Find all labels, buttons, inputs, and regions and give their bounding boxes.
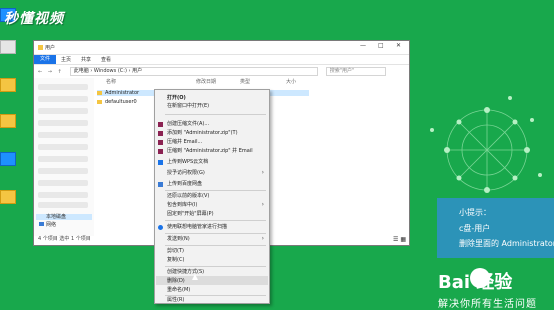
mouse-cursor bbox=[192, 274, 198, 280]
address-row: ← → ↑ 此电脑 › Windows (C:) › 用户 搜索"用户" bbox=[34, 65, 409, 78]
desktop-icon-2[interactable] bbox=[0, 40, 16, 54]
nav-item-network[interactable]: 网络 bbox=[39, 221, 56, 228]
tab-share[interactable]: 共享 bbox=[76, 56, 96, 63]
desktop-icon-4[interactable] bbox=[0, 114, 16, 128]
column-modified[interactable]: 修改日期 bbox=[196, 78, 216, 85]
winrar-icon bbox=[158, 131, 163, 136]
chevron-right-icon: › bbox=[261, 235, 264, 242]
file-name: Administrator bbox=[105, 90, 140, 96]
video-watermark: 秒懂视频 bbox=[4, 11, 64, 27]
menu-include-library[interactable]: 包含到库中(I) bbox=[167, 202, 197, 208]
menu-send-to[interactable]: 发送到(N) bbox=[167, 236, 190, 242]
nav-network-label: 网络 bbox=[46, 222, 57, 228]
menu-upload-baidu[interactable]: 上传到百度网盘 bbox=[167, 181, 202, 187]
column-type[interactable]: 类型 bbox=[240, 78, 250, 85]
ribbon: 文件 主页 共享 查看 bbox=[34, 54, 409, 65]
tip-line2: 删除里面的 Administrator bbox=[459, 239, 554, 248]
address-bar[interactable]: 此电脑 › Windows (C:) › 用户 bbox=[69, 67, 318, 76]
title-bar: 用户 bbox=[34, 41, 409, 54]
menu-compress-zip-email[interactable]: 压缩到 "Administrator.zip" 并 Email bbox=[167, 148, 253, 154]
menu-rename[interactable]: 重命名(M) bbox=[167, 287, 190, 293]
menu-copy[interactable]: 复制(C) bbox=[167, 257, 184, 263]
menu-separator bbox=[165, 220, 266, 221]
brand-slogan: 解决你所有生活问题 bbox=[438, 299, 537, 310]
column-name[interactable]: 名称 bbox=[106, 78, 116, 85]
nav-item-local-disk[interactable]: 本地磁盘 bbox=[36, 214, 92, 220]
folder-icon bbox=[97, 90, 102, 95]
maximize-button[interactable]: □ bbox=[378, 42, 384, 49]
minimize-button[interactable]: — bbox=[360, 42, 366, 49]
tip-title: 小提示： bbox=[459, 208, 491, 217]
menu-compress-email[interactable]: 压缩并 Email... bbox=[167, 139, 202, 145]
menu-restore-versions[interactable]: 还原以前的版本(V) bbox=[167, 193, 209, 199]
menu-separator bbox=[165, 295, 266, 296]
desktop-icon-3[interactable] bbox=[0, 78, 16, 92]
nav-item[interactable] bbox=[38, 132, 88, 138]
menu-open-new-window[interactable]: 在新窗口中打开(E) bbox=[167, 103, 209, 109]
tab-file[interactable]: 文件 bbox=[34, 55, 57, 64]
nav-item[interactable] bbox=[38, 156, 88, 162]
menu-open[interactable]: 打开(O) bbox=[167, 95, 186, 101]
view-buttons[interactable]: ☰ ▦ bbox=[393, 236, 406, 243]
close-button[interactable]: ✕ bbox=[396, 42, 401, 49]
menu-grant-access[interactable]: 授予访问权限(G) bbox=[167, 170, 205, 176]
menu-separator bbox=[165, 190, 266, 191]
wps-cloud-icon bbox=[158, 160, 163, 165]
menu-create-archive[interactable]: 创建压缩文件(A)... bbox=[167, 121, 209, 127]
menu-upload-wps[interactable]: 上传到WPS云文档 bbox=[167, 159, 208, 165]
nav-item[interactable] bbox=[38, 108, 88, 114]
nav-item[interactable] bbox=[38, 192, 88, 198]
chevron-right-icon: › bbox=[261, 201, 264, 208]
menu-separator bbox=[165, 114, 266, 115]
menu-separator bbox=[165, 266, 266, 267]
file-name: defaultuser0 bbox=[105, 99, 137, 105]
tip-line1: c盘-用户 bbox=[459, 224, 491, 233]
chevron-right-icon: › bbox=[261, 169, 264, 176]
folder-icon bbox=[97, 99, 102, 104]
menu-properties[interactable]: 属性(R) bbox=[167, 297, 184, 303]
folder-icon bbox=[38, 45, 43, 50]
menu-separator bbox=[165, 233, 266, 234]
desktop-icon-5[interactable] bbox=[0, 152, 16, 166]
network-graphic bbox=[430, 96, 542, 193]
nav-arrows[interactable]: ← → ↑ bbox=[38, 69, 64, 75]
nav-item[interactable] bbox=[38, 120, 88, 126]
desktop-icon-6[interactable] bbox=[0, 190, 16, 204]
winrar-icon bbox=[158, 140, 163, 145]
menu-separator bbox=[165, 245, 266, 246]
winrar-icon bbox=[158, 149, 163, 154]
menu-delete[interactable]: 删除(D) bbox=[167, 278, 185, 284]
file-row-defaultuser0[interactable]: defaultuser0 bbox=[97, 99, 137, 105]
nav-item[interactable] bbox=[38, 168, 88, 174]
menu-pin-start[interactable]: 固定到"开始"屏幕(P) bbox=[167, 211, 214, 217]
column-size[interactable]: 大小 bbox=[286, 78, 296, 85]
navigation-pane: 本地磁盘 网络 bbox=[34, 78, 94, 236]
search-input[interactable]: 搜索"用户" bbox=[325, 67, 386, 76]
nav-item[interactable] bbox=[38, 202, 88, 208]
status-bar: 4 个项目 选中 1 个项目 bbox=[38, 236, 91, 242]
tip-box: 小提示： c盘-用户 删除里面的 Administrator bbox=[437, 198, 554, 258]
window-title: 用户 bbox=[45, 45, 56, 51]
nav-item[interactable] bbox=[38, 96, 88, 102]
tab-view[interactable]: 查看 bbox=[96, 56, 116, 63]
network-icon bbox=[39, 222, 44, 226]
context-menu: 打开(O) 在新窗口中打开(E) 创建压缩文件(A)... 添加到 "Admin… bbox=[154, 89, 270, 304]
nav-item[interactable] bbox=[38, 144, 88, 150]
shield-icon bbox=[158, 225, 163, 230]
menu-add-to-zip[interactable]: 添加到 "Administrator.zip"(T) bbox=[167, 130, 238, 136]
winrar-icon bbox=[158, 122, 163, 127]
nav-item[interactable] bbox=[38, 84, 88, 90]
baidu-jingyan-logo: Bai 经验 bbox=[438, 272, 513, 293]
nav-item[interactable] bbox=[38, 180, 88, 186]
tab-home[interactable]: 主页 bbox=[56, 56, 76, 63]
menu-cut[interactable]: 剪切(T) bbox=[167, 248, 184, 254]
baidu-netdisk-icon bbox=[158, 182, 163, 187]
menu-create-shortcut[interactable]: 创建快捷方式(S) bbox=[167, 269, 204, 275]
menu-lenovo-scan[interactable]: 使用联想电脑管家进行扫描 bbox=[167, 224, 227, 230]
